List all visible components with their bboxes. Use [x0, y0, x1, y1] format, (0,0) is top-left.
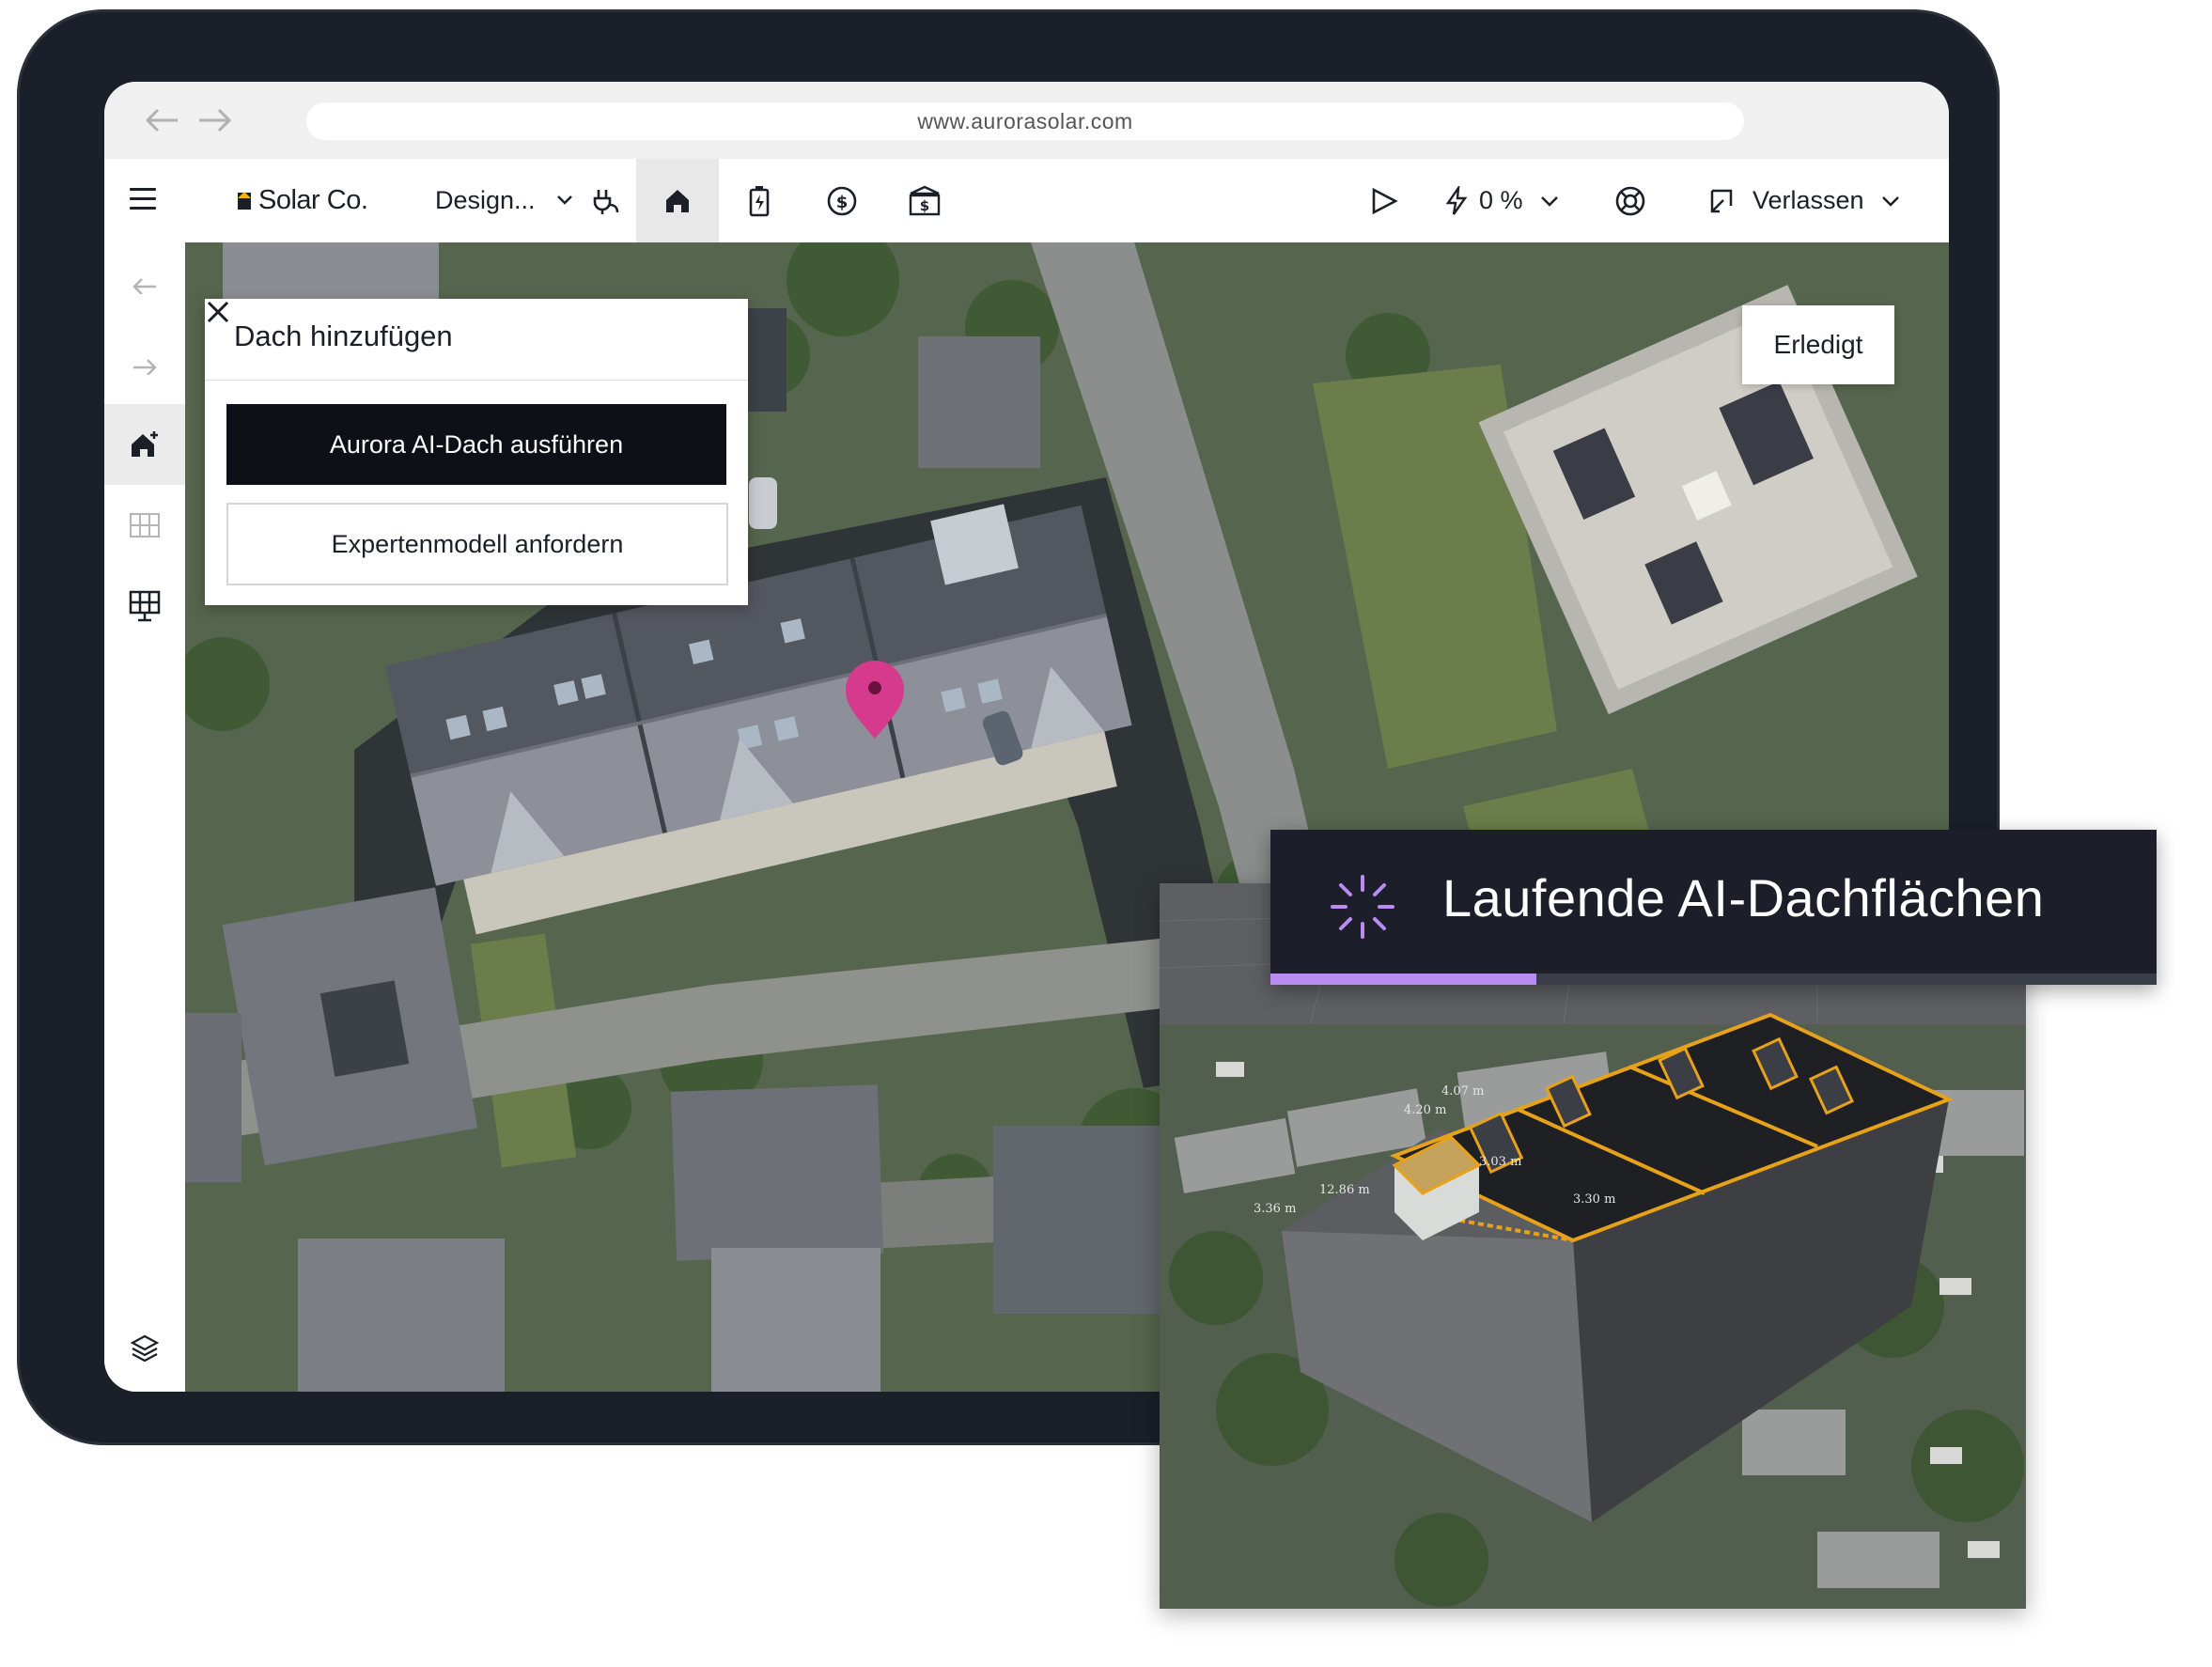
model-label: 3.30 m	[1573, 1192, 1615, 1207]
popup-divider	[205, 380, 748, 381]
ai-status-text: Laufende AI-Dachflächen	[1442, 868, 2045, 927]
undo-icon	[132, 278, 156, 294]
grid-button[interactable]	[104, 485, 185, 566]
layers-icon	[130, 1334, 160, 1363]
app-toolbar: Solar Co. Design... $ $ 0 % Verlassen	[104, 159, 1949, 243]
exit-dropdown[interactable]: Verlassen	[1707, 159, 1900, 242]
model-label: 4.20 m	[1404, 1103, 1446, 1117]
dollar-icon: $	[827, 186, 857, 215]
design-label: Design...	[435, 185, 536, 214]
close-icon[interactable]	[205, 299, 231, 325]
send-icon	[1372, 187, 1398, 214]
model-label: 3.36 m	[1254, 1202, 1296, 1216]
tool-financing[interactable]: $	[883, 159, 966, 242]
chevron-down-icon	[1881, 195, 1899, 207]
home-icon	[666, 189, 689, 212]
forward-arrow-icon[interactable]	[195, 106, 233, 134]
back-arrow-icon[interactable]	[144, 106, 181, 134]
model-label: 12.86 m	[1319, 1183, 1370, 1197]
tool-pricing[interactable]: $	[801, 159, 883, 242]
exit-label: Verlassen	[1752, 186, 1864, 214]
exit-icon	[1710, 189, 1733, 212]
energy-offset-value: 0 %	[1479, 186, 1523, 214]
popup-title: Dach hinzufügen	[234, 319, 453, 352]
add-roof-popup: Dach hinzufügen Aurora AI-Dach ausführen…	[205, 299, 748, 605]
chevron-down-icon	[1540, 195, 1558, 207]
redo-icon	[133, 359, 157, 375]
model-label: 3.03 m	[1479, 1155, 1521, 1169]
ai-status-banner: Laufende AI-Dachflächen	[1270, 830, 2157, 985]
browser-bar: www.aurorasolar.com	[104, 82, 1949, 160]
3d-model-preview: 4.07 m 4.20 m 12.86 m 3.03 m 3.36 m 3.30…	[1160, 883, 2026, 1609]
lightning-icon	[1445, 185, 1468, 215]
financing-icon: $	[909, 185, 941, 215]
company-logo: Solar Co.	[236, 183, 368, 217]
left-toolbar	[104, 242, 186, 1392]
model-label: 4.07 m	[1441, 1084, 1484, 1098]
company-name: Solar Co.	[258, 184, 368, 215]
layers-button[interactable]	[104, 1307, 185, 1388]
solar-panel-icon	[129, 590, 161, 622]
energy-offset-dropdown[interactable]: 0 %	[1445, 159, 1559, 242]
redo-button[interactable]	[104, 323, 185, 404]
undo-button[interactable]	[104, 242, 185, 323]
solar-panel-button[interactable]	[104, 566, 185, 647]
tool-battery[interactable]	[718, 159, 801, 242]
url-bar[interactable]: www.aurorasolar.com	[306, 102, 1744, 140]
hamburger-menu-icon[interactable]	[130, 188, 156, 212]
svg-text:$: $	[920, 197, 929, 214]
tool-home[interactable]	[636, 159, 719, 242]
svg-text:$: $	[836, 193, 849, 212]
add-roof-icon	[132, 431, 158, 457]
grid-icon	[130, 513, 160, 537]
plug-icon	[593, 189, 619, 214]
done-button[interactable]: Erledigt	[1742, 305, 1894, 384]
ai-progress-fill	[1270, 974, 1536, 985]
lifebuoy-icon	[1615, 186, 1645, 215]
run-ai-roof-button[interactable]: Aurora AI-Dach ausführen	[226, 404, 726, 485]
send-proposal-button[interactable]	[1370, 159, 1398, 242]
add-roof-button[interactable]	[104, 404, 185, 485]
ai-progress-bar	[1270, 974, 2157, 985]
tool-electrical[interactable]	[565, 159, 647, 242]
request-expert-model-button[interactable]: Expertenmodell anfordern	[226, 503, 728, 585]
loading-spinner-icon	[1331, 875, 1394, 939]
battery-icon	[749, 185, 770, 216]
solar-logo-icon	[238, 192, 251, 210]
design-dropdown[interactable]: Design...	[435, 183, 573, 217]
3d-roof-model: 4.07 m 4.20 m 12.86 m 3.03 m 3.36 m 3.30…	[1160, 883, 2026, 1609]
help-button[interactable]	[1614, 159, 1646, 242]
